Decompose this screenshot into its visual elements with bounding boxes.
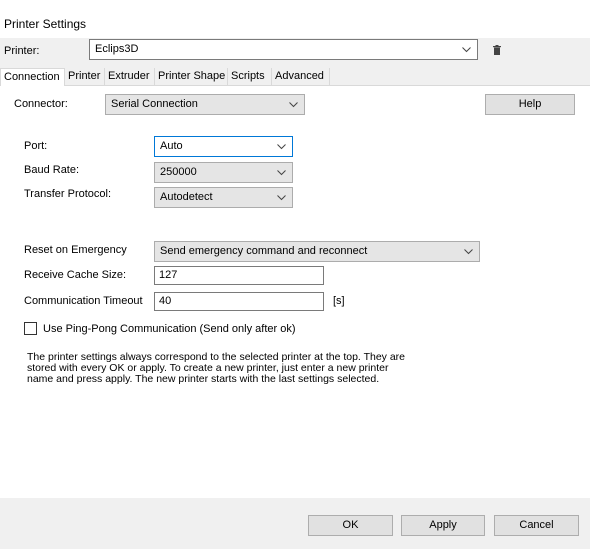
printer-value: Eclips3D xyxy=(95,43,139,55)
tab-printer-shape[interactable]: Printer Shape xyxy=(155,68,228,86)
chevron-down-icon xyxy=(276,163,286,182)
connector-label: Connector: xyxy=(14,98,68,110)
trash-icon[interactable] xyxy=(493,45,501,58)
port-select[interactable]: Auto xyxy=(154,136,293,157)
cancel-button[interactable]: Cancel xyxy=(494,515,579,536)
reset-emergency-value: Send emergency command and reconnect xyxy=(160,245,368,257)
receive-cache-label: Receive Cache Size: xyxy=(24,269,127,281)
ping-pong-checkbox[interactable] xyxy=(24,322,37,335)
transfer-protocol-select[interactable]: Autodetect xyxy=(154,187,293,208)
tab-label: Advanced xyxy=(275,70,324,82)
tab-label: Scripts xyxy=(231,70,265,82)
chevron-down-icon xyxy=(276,137,286,156)
ok-button[interactable]: OK xyxy=(308,515,393,536)
transfer-protocol-value: Autodetect xyxy=(160,191,213,203)
receive-cache-input[interactable]: 127 xyxy=(154,266,324,285)
tab-connection[interactable]: Connection xyxy=(0,68,65,87)
tab-label: Extruder xyxy=(108,70,150,82)
help-button[interactable]: Help xyxy=(485,94,575,115)
tab-advanced[interactable]: Advanced xyxy=(272,68,330,86)
tab-label: Printer Shape xyxy=(158,70,226,82)
printer-label: Printer: xyxy=(4,45,40,57)
port-label: Port: xyxy=(24,140,48,152)
tab-extruder[interactable]: Extruder xyxy=(105,68,155,86)
connector-value: Serial Connection xyxy=(111,98,198,110)
baud-rate-label: Baud Rate: xyxy=(24,164,80,176)
baud-rate-value: 250000 xyxy=(160,166,197,178)
chevron-down-icon xyxy=(276,188,286,207)
chevron-down-icon xyxy=(288,95,298,114)
apply-button[interactable]: Apply xyxy=(401,515,485,536)
reset-emergency-select[interactable]: Send emergency command and reconnect xyxy=(154,241,480,262)
tab-label: Printer xyxy=(68,70,101,82)
baud-rate-select[interactable]: 250000 xyxy=(154,162,293,183)
chevron-down-icon xyxy=(461,40,471,59)
communication-timeout-label: Communication Timeout xyxy=(24,295,143,307)
printer-select[interactable]: Eclips3D xyxy=(89,39,478,60)
connector-select[interactable]: Serial Connection xyxy=(105,94,305,115)
port-value: Auto xyxy=(160,140,183,152)
title-bar: Printer Settings xyxy=(0,0,590,38)
transfer-protocol-label: Transfer Protocol: xyxy=(24,188,112,200)
tab-printer[interactable]: Printer xyxy=(65,68,105,86)
tab-label: Connection xyxy=(4,71,60,83)
ping-pong-label[interactable]: Use Ping-Pong Communication (Send only a… xyxy=(43,323,296,335)
window-title: Printer Settings xyxy=(4,17,87,31)
tab-scripts[interactable]: Scripts xyxy=(228,68,272,86)
timeout-unit: [s] xyxy=(333,295,345,307)
reset-emergency-label: Reset on Emergency xyxy=(24,244,127,256)
chevron-down-icon xyxy=(463,242,473,261)
tab-bar: Connection Printer Extruder Printer Shap… xyxy=(0,68,590,87)
communication-timeout-input[interactable]: 40 xyxy=(154,292,324,311)
info-text: The printer settings always correspond t… xyxy=(27,351,406,385)
